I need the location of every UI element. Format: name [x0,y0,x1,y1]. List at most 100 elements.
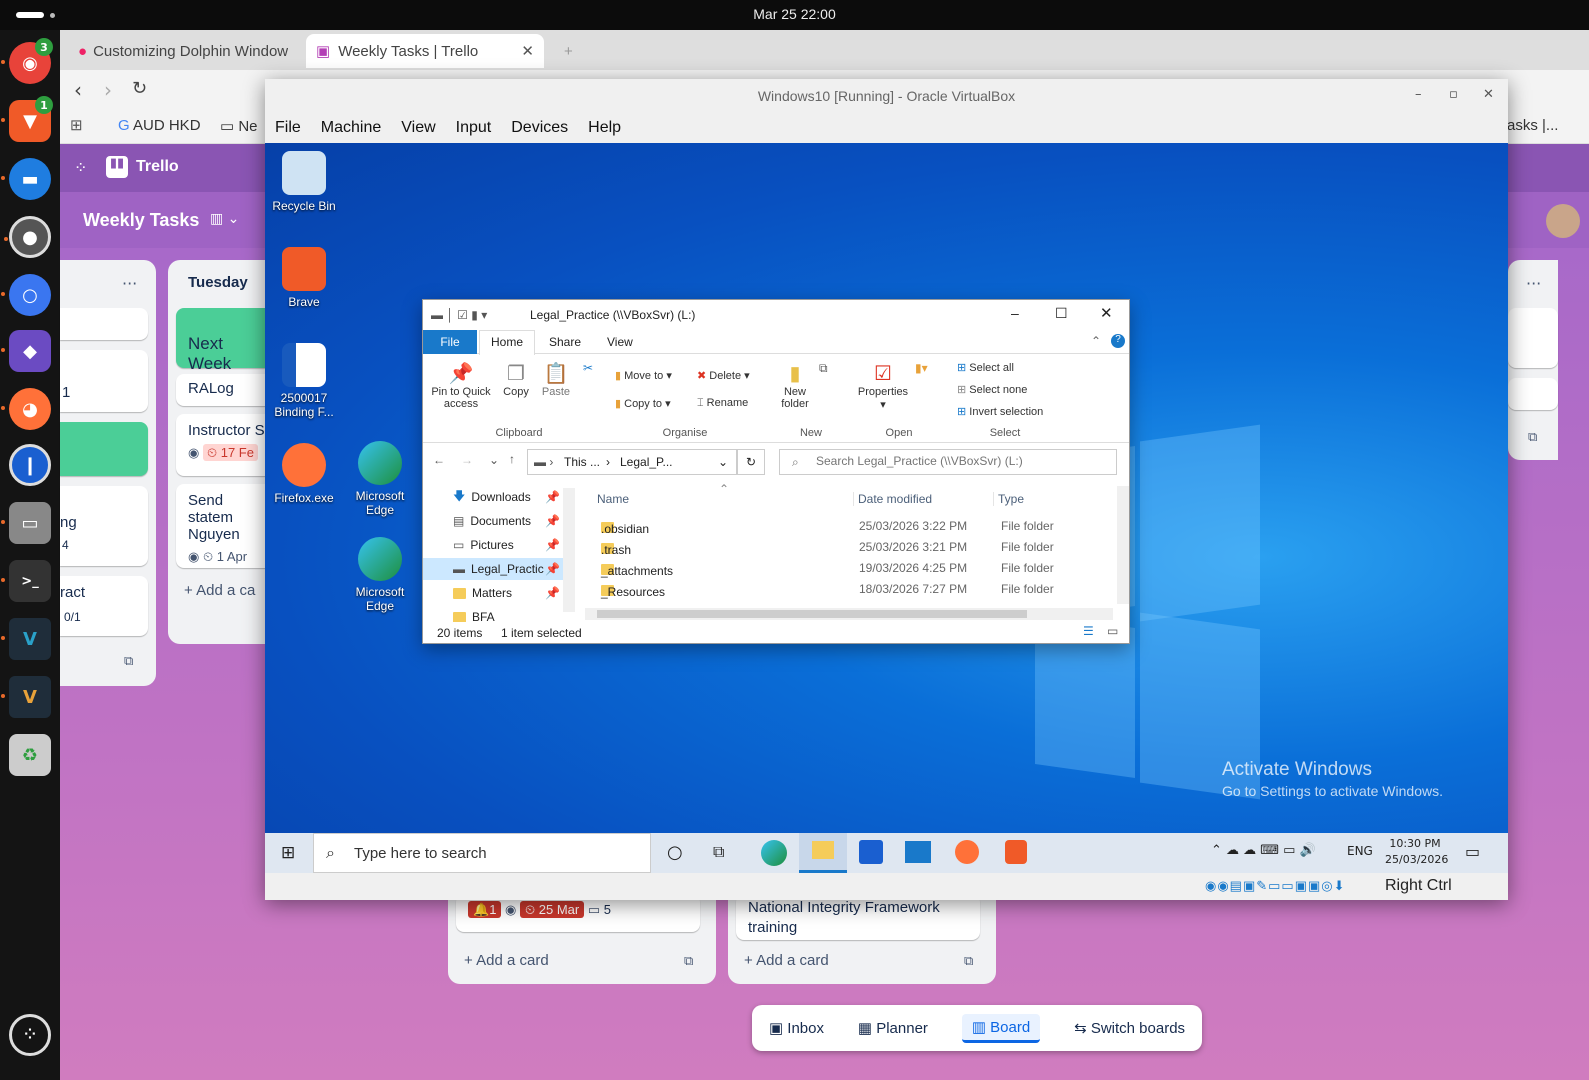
tray-time[interactable]: 10:30 PM [1385,837,1445,850]
delete-button[interactable]: ✖ Delete ▾ [697,369,750,382]
tray-icons[interactable]: ⌃ ☁ ☁ ⌨ ▭ 🔊 [1211,843,1316,858]
copy-button[interactable]: ❐ Copy [497,361,535,398]
back-icon[interactable]: ← [433,453,445,467]
tiles-view-icon[interactable]: ▭ [1107,624,1118,638]
close-icon[interactable]: ✕ [1100,304,1113,322]
tab-share[interactable]: Share [549,335,581,349]
card-ralog[interactable]: RALog [176,374,278,406]
files-icon[interactable]: ▭ [1,502,51,544]
list-item[interactable] [1508,308,1558,368]
cortana-icon[interactable]: ○ [667,842,683,863]
desktop-word-doc[interactable]: 2500017 Binding F... [269,343,339,419]
menu-input[interactable]: Input [446,119,502,137]
maximize-icon[interactable]: ▫ [1449,87,1458,102]
taskbar-search[interactable]: ⌕ Type here to search [313,833,651,873]
reload-icon[interactable]: ↻ [132,78,147,99]
properties-button[interactable]: ☑ Properties ▾ [855,361,911,411]
firefox-icon[interactable]: ◕ [1,388,51,430]
close-tab-icon[interactable]: ✕ [521,42,534,60]
address-bar[interactable]: ▬ › This ... › Legal_P... ⌄ [527,449,737,475]
vbox-device-icons[interactable]: ◉◉▤▣✎▭▭▣▣◎⬇ [1205,878,1346,894]
trash-icon[interactable]: ♻ [9,734,51,776]
recent-icon[interactable]: ⌄ [489,453,499,467]
card-national-integrity[interactable]: National Integrity Framework training [736,894,980,940]
add-card-button[interactable]: + Add a card [744,952,829,969]
menu-file[interactable]: File [265,119,311,137]
apps-switcher-icon[interactable]: ⁘ [74,158,87,177]
brave-taskbar-icon[interactable] [1005,840,1027,864]
list-item[interactable] [60,308,148,340]
new-folder-button[interactable]: ▮ New folder [775,361,815,410]
back-icon[interactable]: ‹ [74,78,82,102]
nav-matters[interactable]: Matters 📌 [453,582,560,604]
onepassword-icon[interactable]: ❙ [9,444,51,486]
nav-planner[interactable]: ▦ Planner [858,1019,928,1037]
list-menu-icon[interactable]: ··· [1526,274,1541,293]
explorer-taskbar-icon[interactable] [799,833,847,873]
bookmark-folder[interactable]: ▭ Ne [220,117,258,135]
desktop-firefox[interactable]: Firefox.exe [269,443,339,505]
terminal-icon[interactable]: >_ [1,560,51,602]
vscode-icon-1[interactable]: V [1,618,51,660]
tray-date[interactable]: 25/03/2026 [1385,853,1448,866]
nav-inbox[interactable]: ▣ Inbox [769,1019,824,1037]
avatar[interactable] [1546,204,1580,238]
select-all-button[interactable]: ⊞ Select all [957,361,1014,374]
firefox-dev-icon[interactable]: ◉ 3 [1,38,53,84]
refresh-icon[interactable]: ↻ [737,449,765,475]
record-icon[interactable]: ● [4,216,51,258]
bookmark-right[interactable]: asks |... [1507,117,1558,134]
menu-machine[interactable]: Machine [311,119,391,137]
obsidian-icon[interactable]: ◆ [1,330,51,372]
column-type[interactable]: Type [993,492,1024,506]
open-icon[interactable]: ▮▾ [915,361,928,375]
maximize-icon[interactable]: ☐ [1055,305,1068,322]
close-icon[interactable]: ✕ [1483,87,1494,102]
app-grid-icon[interactable]: ⁘ [9,1014,51,1056]
apps-icon[interactable]: ⊞ [70,116,83,134]
table-row[interactable]: .obsidian 25/03/2026 3:22 PM File folder [589,516,1109,537]
move-to-button[interactable]: ▮ Move to ▾ [615,369,672,382]
language-indicator[interactable]: ENG [1347,844,1373,858]
list-item[interactable] [1508,378,1558,410]
task-view-icon[interactable]: ⧉ [713,842,724,862]
column-date[interactable]: Date modified [853,492,932,506]
collapse-ribbon-icon[interactable]: ⌃ [1091,334,1101,348]
list-item[interactable]: ract 0/1 [60,576,148,636]
vertical-scrollbar[interactable] [1117,486,1129,604]
menu-devices[interactable]: Devices [501,119,578,137]
table-row[interactable]: _Resources 18/03/2026 7:27 PM File folder [589,579,1109,600]
nav-scrollbar[interactable] [563,488,575,612]
invert-selection-button[interactable]: ⊞ Invert selection [957,405,1043,418]
search-box[interactable]: ⌕ [779,449,1117,475]
vscode-icon-2[interactable]: V [1,676,51,718]
help-icon[interactable]: ? [1111,334,1125,348]
forward-icon[interactable]: › [104,78,112,102]
tab-trello[interactable]: ▣ Weekly Tasks | Trello ✕ [306,34,544,68]
table-row[interactable]: _attachments 19/03/2026 4:25 PM File folde… [589,558,1109,579]
notification-icon[interactable]: ▭ [1465,842,1480,861]
add-card-button[interactable]: + Add a ca [184,582,255,599]
desktop-edge-1[interactable]: Microsoft Edge [345,441,415,517]
brave-icon[interactable]: ▼ 1 [1,96,53,142]
system-clock[interactable]: Mar 25 22:00 [0,6,1589,22]
card-template-icon[interactable]: ⧉ [124,654,133,669]
details-view-icon[interactable]: ☰ [1083,624,1094,638]
select-none-button[interactable]: ⊞ Select none [957,383,1027,396]
desktop-edge-2[interactable]: Microsoft Edge [345,537,415,613]
column-name[interactable]: Name [597,492,629,506]
minimize-icon[interactable]: – [1011,305,1019,321]
firefox-taskbar-icon[interactable] [955,840,979,864]
tab-view[interactable]: View [607,335,633,349]
copy-to-button[interactable]: ▮ Copy to ▾ [615,397,671,410]
card-next-week[interactable]: Next Week [176,308,278,373]
minimize-icon[interactable]: – [1415,87,1422,102]
new-item-icon[interactable]: ⧉ [819,361,828,376]
list-item[interactable]: 1 [60,350,148,412]
desktop-brave[interactable]: Brave [269,247,339,309]
tab-dolphin[interactable]: ● Customizing Dolphin Window [68,34,306,68]
menu-help[interactable]: Help [578,119,631,137]
board-title[interactable]: Weekly Tasks [83,210,199,231]
mail-taskbar-icon[interactable] [905,841,931,863]
signal-icon[interactable]: ○ [1,274,51,316]
